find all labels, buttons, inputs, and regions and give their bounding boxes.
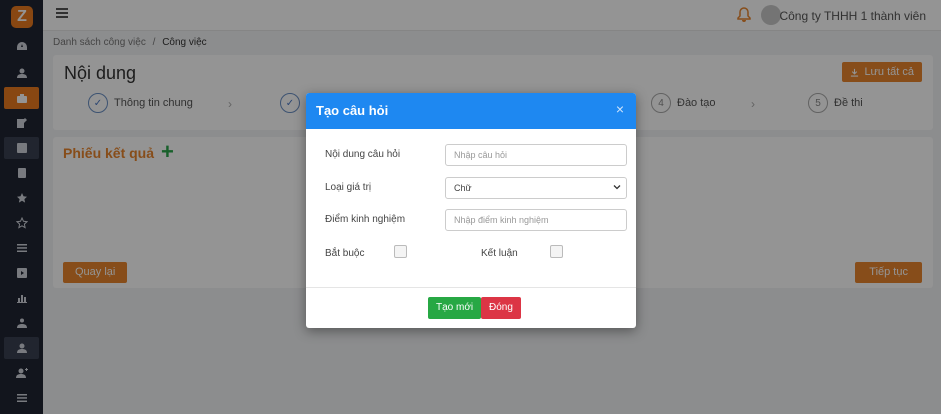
modal-header: Tạo câu hỏi × xyxy=(306,93,636,129)
close-button[interactable]: Đóng xyxy=(481,297,521,319)
conclusion-label: Kết luận xyxy=(481,248,518,259)
question-label: Nội dung câu hỏi xyxy=(325,149,401,160)
value-type-selected: Chữ xyxy=(454,183,472,193)
value-type-select[interactable]: Chữ xyxy=(445,177,627,199)
question-input[interactable] xyxy=(445,144,627,166)
modal-divider xyxy=(306,287,636,288)
modal-title: Tạo câu hỏi xyxy=(316,103,389,118)
value-type-row: Loại giá trị Chữ xyxy=(325,177,627,199)
points-label: Điểm kinh nghiệm xyxy=(325,214,406,225)
value-type-label: Loại giá trị xyxy=(325,182,372,193)
checkbox-row: Bắt buộc Kết luận xyxy=(325,243,627,265)
conclusion-checkbox[interactable] xyxy=(550,245,563,258)
required-checkbox[interactable] xyxy=(394,245,407,258)
points-input[interactable] xyxy=(445,209,627,231)
points-row: Điểm kinh nghiệm xyxy=(325,209,627,231)
close-icon[interactable]: × xyxy=(616,101,624,117)
chevron-down-icon xyxy=(613,185,621,190)
create-question-modal: Tạo câu hỏi × Nội dung câu hỏi Loại giá … xyxy=(306,93,636,328)
required-label: Bắt buộc xyxy=(325,248,365,259)
question-row: Nội dung câu hỏi xyxy=(325,144,627,166)
create-button[interactable]: Tạo mới xyxy=(428,297,482,319)
